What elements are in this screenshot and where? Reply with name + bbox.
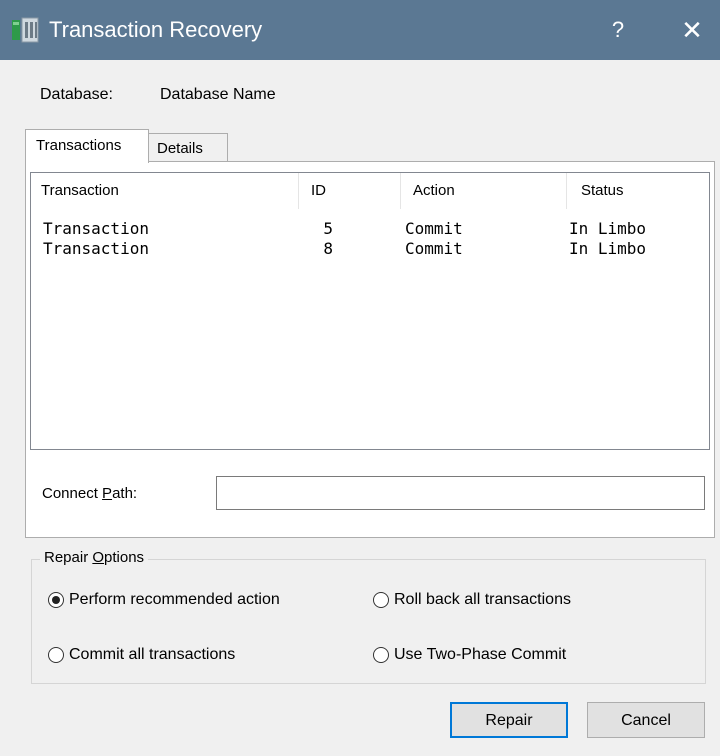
cell-action: Commit [405, 219, 463, 238]
close-button[interactable]: ✕ [670, 11, 714, 49]
repair-options-title-suffix: ptions [104, 549, 145, 566]
repair-button[interactable]: Repair [450, 702, 568, 738]
connect-path-mnemonic: P [102, 485, 113, 502]
radio-commit-all-transactions[interactable]: Commit all transactions [48, 644, 235, 666]
connect-path-label: Connect Path: [42, 484, 137, 504]
radio-use-two-phase-commit[interactable]: Use Two-Phase Commit [373, 644, 566, 666]
help-button[interactable]: ? [596, 11, 640, 49]
column-header-transaction[interactable]: Transaction [31, 173, 299, 209]
list-item[interactable]: Transaction 5 Commit In Limbo [31, 219, 709, 239]
cell-action: Commit [405, 239, 463, 258]
tab-details[interactable]: Details [148, 133, 228, 162]
title-bar[interactable]: Transaction Recovery ? ✕ [0, 0, 720, 60]
repair-options-title: Repair Options [40, 548, 149, 568]
cell-id: 5 [323, 219, 333, 238]
list-header: Transaction ID Action Status [31, 173, 709, 209]
radio-button[interactable] [373, 592, 389, 608]
radio-label: Use Two-Phase Commit [394, 646, 567, 663]
cell-transaction: Transaction [43, 219, 149, 238]
cell-transaction: Transaction [43, 239, 149, 258]
window-title: Transaction Recovery [49, 17, 263, 42]
list-item[interactable]: Transaction 8 Commit In Limbo [31, 239, 709, 259]
transactions-list[interactable]: Transaction ID Action Status Transaction… [30, 172, 710, 450]
database-name-value: Database Name [160, 86, 276, 103]
radio-label: Perform recommended action [69, 591, 280, 608]
radio-label: Roll back all transactions [394, 591, 571, 608]
cell-id: 8 [323, 239, 333, 258]
connect-path-label-prefix: Connect [42, 485, 103, 502]
cell-status: In Limbo [569, 219, 647, 238]
connect-path-label-suffix: ath: [112, 485, 138, 502]
radio-label: Commit all transactions [69, 646, 236, 663]
connect-path-input[interactable] [216, 476, 705, 510]
tab-transactions[interactable]: Transactions [25, 129, 149, 163]
cancel-button[interactable]: Cancel [587, 702, 705, 738]
cell-status: In Limbo [569, 239, 647, 258]
radio-button[interactable] [48, 647, 64, 663]
column-header-action[interactable]: Action [401, 173, 567, 209]
column-header-id[interactable]: ID [299, 173, 401, 209]
radio-roll-back-all-transactions[interactable]: Roll back all transactions [373, 589, 571, 611]
column-header-status[interactable]: Status [567, 173, 709, 209]
repair-options-mnemonic: O [92, 549, 105, 566]
radio-button-checked[interactable] [48, 592, 64, 608]
database-label: Database: [40, 86, 113, 103]
radio-button[interactable] [373, 647, 389, 663]
transaction-recovery-dialog: Transaction Recovery ? ✕ Database: Datab… [0, 0, 720, 756]
radio-perform-recommended-action[interactable]: Perform recommended action [48, 589, 280, 611]
database-app-icon [12, 17, 39, 43]
repair-options-title-prefix: Repair [44, 549, 93, 566]
